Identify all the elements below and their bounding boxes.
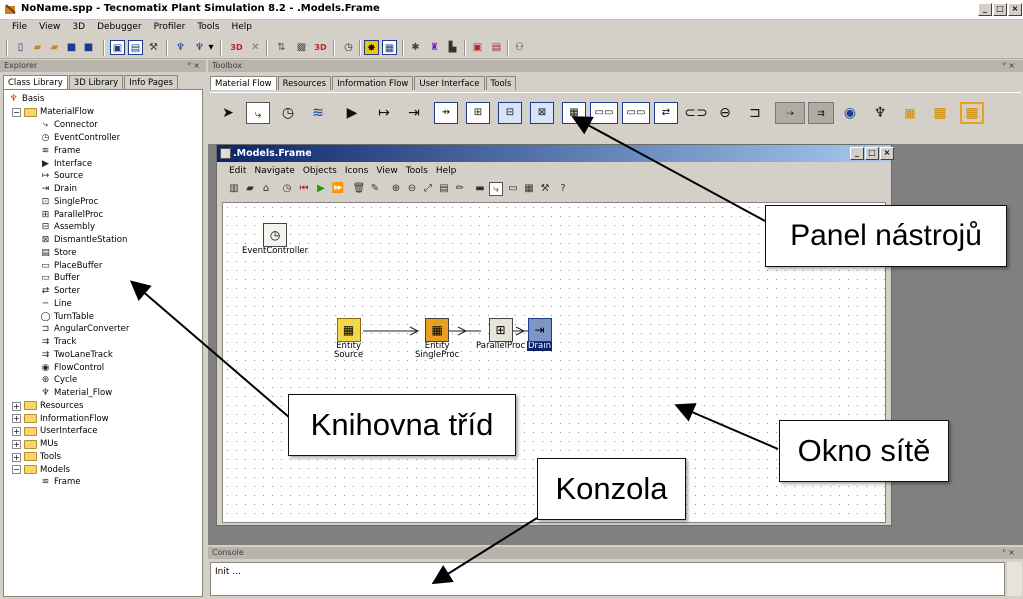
callout-toolbox: Panel nástrojů (765, 205, 1007, 267)
library-arrow (129, 280, 291, 419)
callout-console: Konzola (537, 458, 686, 520)
callout-network: Okno sítě (779, 420, 949, 482)
network-arrow (674, 403, 779, 450)
callout-library: Knihovna tříd (288, 394, 516, 456)
toolbox-arrow (571, 116, 766, 222)
callout-arrows (129, 116, 779, 585)
console-arrow (431, 517, 538, 585)
